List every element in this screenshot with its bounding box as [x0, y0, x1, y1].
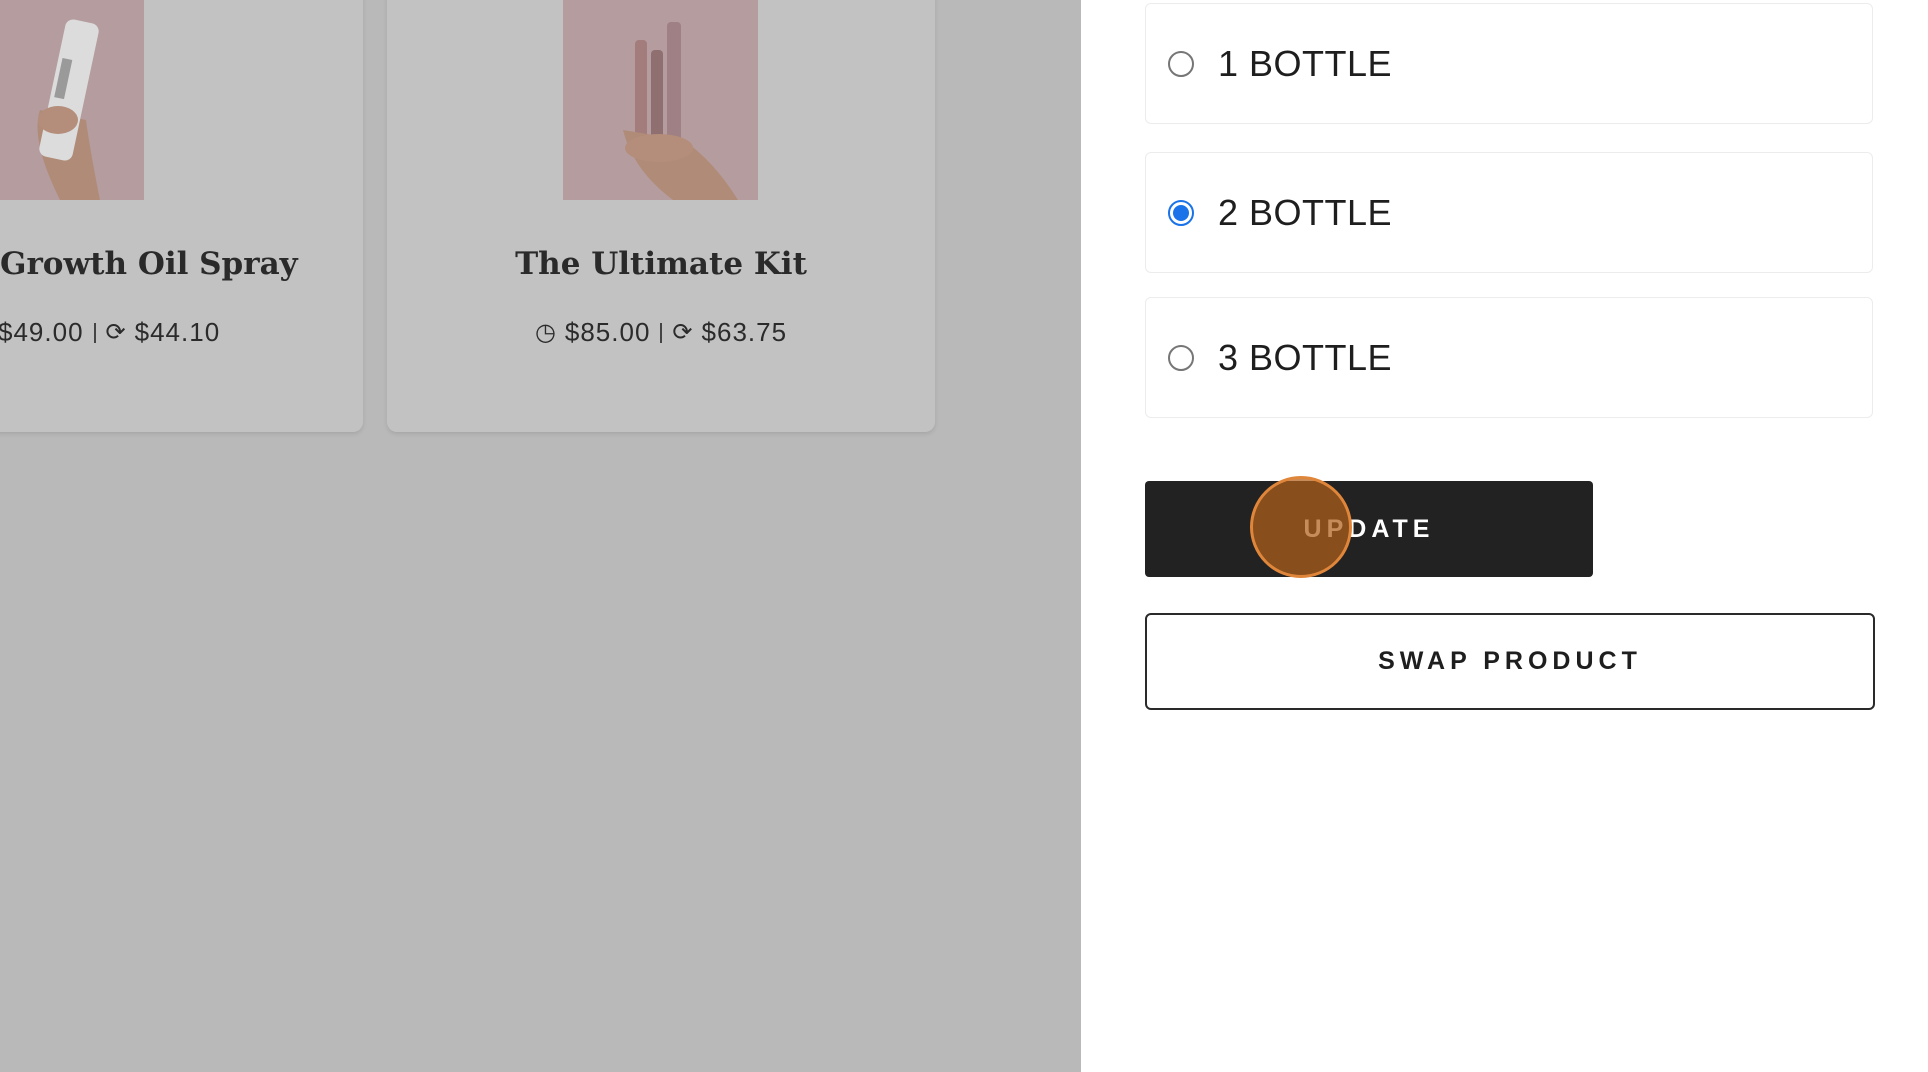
quantity-option-label: 2 BOTTLE: [1218, 191, 1393, 233]
quantity-option-1[interactable]: 1 BOTTLE: [1145, 3, 1873, 124]
radio-button[interactable]: [1168, 344, 1194, 371]
price-row: ◷ $85.00 ⟳ $63.75: [387, 317, 935, 348]
product-title[interactable]: Growth Oil Spray: [0, 246, 403, 282]
product-image: [0, 0, 144, 200]
price-divider: [93, 322, 96, 343]
quantity-option-label: 1 BOTTLE: [1218, 42, 1393, 84]
clock-icon: ◷: [534, 319, 557, 346]
radio-button-selected[interactable]: [1168, 199, 1194, 226]
product-title[interactable]: The Ultimate Kit: [387, 246, 935, 282]
price-row: $49.00 ⟳ $44.10: [0, 317, 401, 348]
radio-button[interactable]: [1168, 50, 1194, 77]
quantity-option-3[interactable]: 3 BOTTLE: [1145, 297, 1873, 418]
quantity-option-2[interactable]: 2 BOTTLE: [1145, 152, 1873, 273]
quantity-option-label: 3 BOTTLE: [1218, 336, 1393, 378]
one-time-price: $49.00: [0, 317, 84, 347]
subscription-price: $44.10: [134, 317, 221, 347]
edit-subscription-drawer: 1 BOTTLE 2 BOTTLE 3 BOTTLE UPDATE SWAP P…: [1081, 0, 1928, 1072]
subscription-price: $63.75: [701, 317, 788, 347]
update-button[interactable]: UPDATE: [1145, 481, 1593, 577]
product-image: [563, 0, 758, 200]
refresh-icon: ⟳: [105, 319, 127, 346]
product-card[interactable]: Growth Oil Spray $49.00 ⟳ $44.10: [0, 0, 363, 432]
price-divider: [660, 322, 663, 343]
swap-product-button[interactable]: SWAP PRODUCT: [1145, 613, 1875, 710]
one-time-price: $85.00: [564, 317, 651, 347]
page-overlay[interactable]: Growth Oil Spray $49.00 ⟳ $44.10 The Ult…: [0, 0, 1081, 1072]
product-card[interactable]: The Ultimate Kit ◷ $85.00 ⟳ $63.75: [387, 0, 935, 432]
refresh-icon: ⟳: [672, 319, 694, 346]
